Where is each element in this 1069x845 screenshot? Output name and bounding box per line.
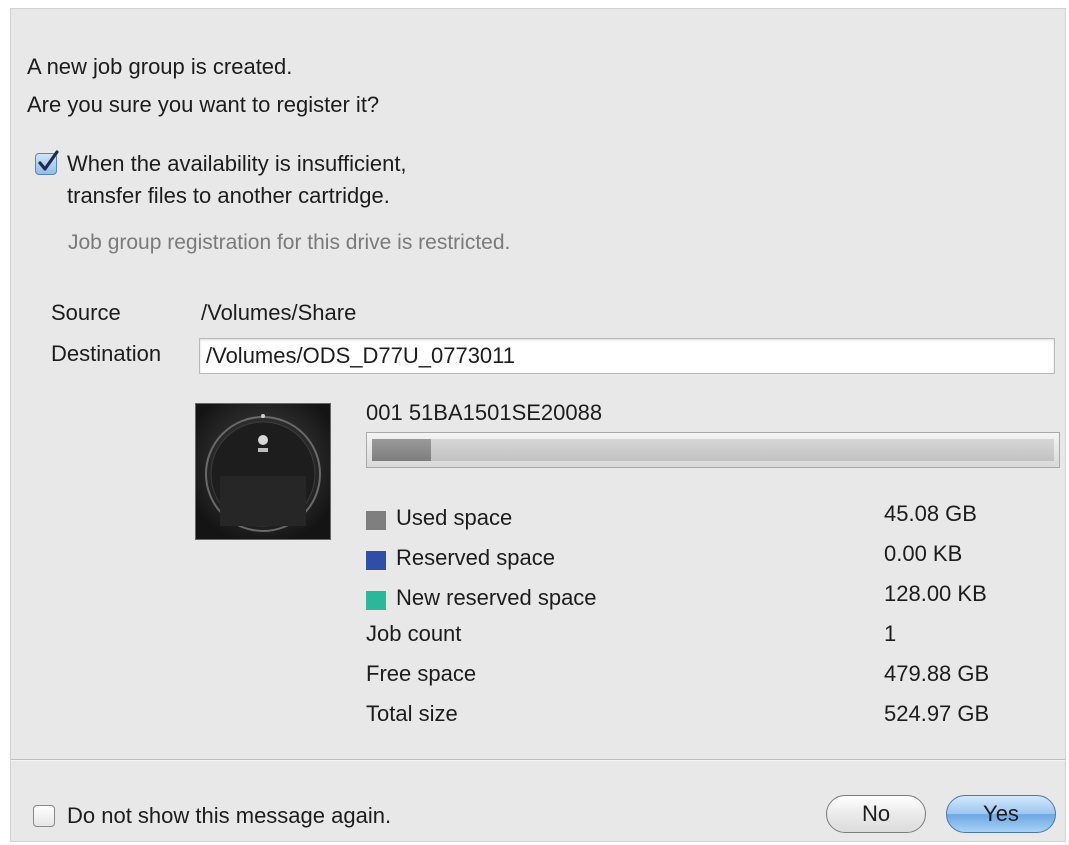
message-line-2: Are you sure you want to register it?: [27, 92, 380, 117]
total-size-row: Total size 524.97 GB: [366, 699, 1056, 729]
footer-divider: [11, 759, 1065, 761]
used-space-value: 45.08 GB: [884, 501, 977, 526]
reserved-space-label: Reserved space: [396, 545, 555, 570]
capacity-bar-track: [372, 439, 1054, 461]
register-job-group-dialog: A new job group is created. Are you sure…: [10, 8, 1066, 842]
new-reserved-space-value: 128.00 KB: [884, 581, 987, 606]
transfer-option-label-line-2[interactable]: transfer files to another cartridge.: [67, 182, 390, 210]
legend-reserved-space: Reserved space 0.00 KB: [366, 541, 1056, 573]
total-size-label: Total size: [366, 701, 458, 726]
source-label: Source: [51, 300, 121, 325]
used-space-swatch: [366, 511, 386, 530]
free-space-value: 479.88 GB: [884, 661, 990, 686]
dont-show-again-label[interactable]: Do not show this message again.: [67, 802, 391, 830]
legend-used-space: Used space 45.08 GB: [366, 501, 1056, 533]
job-count-row: Job count 1: [366, 619, 1056, 649]
restriction-note: Job group registration for this drive is…: [68, 231, 511, 254]
new-reserved-space-swatch: [366, 591, 386, 610]
job-count-label: Job count: [366, 621, 462, 646]
no-button[interactable]: No: [826, 795, 926, 833]
job-count-value: 1: [884, 621, 897, 646]
free-space-label: Free space: [366, 661, 477, 686]
transfer-files-checkbox[interactable]: [35, 150, 59, 175]
used-space-label: Used space: [396, 505, 513, 530]
used-space-fill: [372, 439, 431, 461]
transfer-option-label-line-1[interactable]: When the availability is insufficient,: [67, 150, 407, 178]
legend-new-reserved-space: New reserved space 128.00 KB: [366, 581, 1056, 613]
optical-disc-cartridge-icon: [195, 403, 331, 540]
destination-field[interactable]: /Volumes/ODS_D77U_0773011: [199, 338, 1055, 374]
message-line-1: A new job group is created.: [27, 54, 293, 79]
checkmark-icon: [38, 150, 59, 171]
cartridge-id: 001 51BA1501SE20088: [366, 400, 603, 425]
total-size-value: 524.97 GB: [884, 701, 990, 726]
destination-label: Destination: [51, 341, 162, 366]
free-space-row: Free space 479.88 GB: [366, 659, 1056, 689]
yes-button[interactable]: Yes: [946, 795, 1056, 833]
dont-show-again-checkbox[interactable]: [33, 805, 55, 827]
reserved-space-swatch: [366, 551, 386, 570]
reserved-space-value: 0.00 KB: [884, 541, 963, 566]
capacity-bar: [366, 432, 1060, 468]
source-value: /Volumes/Share: [201, 300, 357, 325]
new-reserved-space-label: New reserved space: [396, 585, 597, 610]
